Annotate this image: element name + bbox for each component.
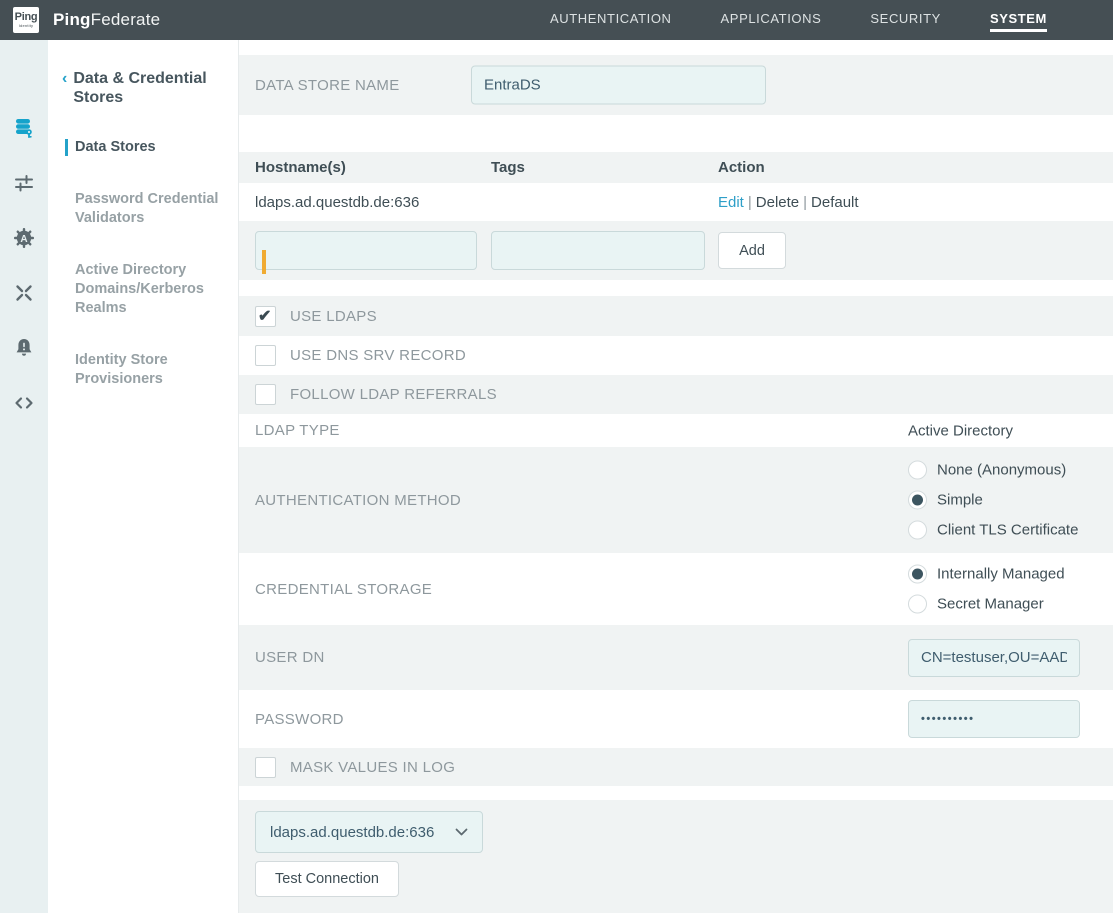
internally-managed-radio[interactable] (908, 565, 927, 584)
column-hostnames: Hostname(s) (255, 159, 491, 176)
hostname-dropdown-value: ldaps.ad.questdb.de:636 (270, 824, 434, 841)
nav-applications[interactable]: APPLICATIONS (721, 8, 822, 32)
password-input[interactable] (908, 700, 1080, 738)
use-ldaps-checkbox[interactable] (255, 306, 276, 327)
data-credential-stores-icon[interactable] (0, 100, 48, 155)
ping-identity-logo[interactable]: Ping Identity (13, 7, 39, 33)
delete-link[interactable]: Delete (756, 194, 799, 211)
alert-bell-icon[interactable] (0, 320, 48, 375)
none-anonymous-radio[interactable] (908, 461, 927, 480)
use-dns-srv-record-row: USE DNS SRV RECORD (239, 336, 1113, 375)
radio-option-none-anonymous[interactable]: None (Anonymous) (908, 461, 1078, 480)
hostnames-table-header: Hostname(s) Tags Action (239, 152, 1113, 183)
nav-system[interactable]: SYSTEM (990, 8, 1047, 32)
client-tls-certificate-label: Client TLS Certificate (937, 522, 1078, 539)
tune-settings-icon[interactable] (0, 155, 48, 210)
credential-storage-label: CREDENTIAL STORAGE (255, 581, 432, 598)
sidebar-item-password-credential-validators[interactable]: Password Credential Validators (75, 190, 224, 228)
user-dn-input[interactable] (908, 639, 1080, 677)
sidebar-item-data-stores[interactable]: Data Stores (75, 138, 224, 157)
edit-link[interactable]: Edit (718, 194, 744, 211)
sidebar-item-identity-store-provisioners[interactable]: Identity Store Provisioners (75, 351, 224, 389)
sidebar: ‹ Data & Credential Stores Data Stores P… (48, 40, 238, 913)
use-ldaps-label: USE LDAPS (290, 308, 377, 325)
add-button[interactable]: Add (718, 232, 786, 269)
gear-a-icon[interactable]: A (0, 210, 48, 265)
sidebar-item-ad-domains-kerberos-realms[interactable]: Active Directory Domains/Kerberos Realms (75, 261, 224, 318)
use-dns-srv-record-label: USE DNS SRV RECORD (290, 347, 466, 364)
new-tags-input[interactable] (491, 231, 705, 270)
test-connection-button[interactable]: Test Connection (255, 861, 399, 897)
use-dns-srv-record-checkbox[interactable] (255, 345, 276, 366)
back-chevron-icon[interactable]: ‹ (62, 69, 67, 107)
ldap-type-label: LDAP TYPE (255, 422, 340, 439)
hostname-dropdown[interactable]: ldaps.ad.questdb.de:636 (255, 811, 483, 853)
icon-rail: A (0, 40, 48, 913)
topbar: Ping Identity PingFederate AUTHENTICATIO… (0, 0, 1113, 40)
new-hostname-input[interactable] (255, 231, 477, 270)
add-hostname-row: Add (239, 221, 1113, 280)
mask-values-in-log-label: MASK VALUES IN LOG (290, 759, 455, 776)
column-tags: Tags (491, 159, 718, 176)
code-brackets-icon[interactable] (0, 375, 48, 430)
authentication-method-row: AUTHENTICATION METHOD None (Anonymous) S… (239, 447, 1113, 553)
text-cursor (262, 250, 266, 274)
simple-radio[interactable] (908, 491, 927, 510)
app-title-bold: Ping (53, 10, 91, 29)
password-row: PASSWORD (239, 690, 1113, 748)
nav-security[interactable]: SECURITY (870, 8, 941, 32)
primary-nav: AUTHENTICATION APPLICATIONS SECURITY SYS… (550, 0, 1113, 40)
ldap-type-value: Active Directory (908, 422, 1013, 439)
internally-managed-label: Internally Managed (937, 566, 1065, 583)
main-content: DATA STORE NAME Hostname(s) Tags Action … (238, 40, 1113, 913)
radio-option-internally-managed[interactable]: Internally Managed (908, 565, 1065, 584)
client-tls-certificate-radio[interactable] (908, 521, 927, 540)
app-title: PingFederate (53, 10, 160, 30)
chevron-down-icon (455, 828, 468, 836)
app-title-light: Federate (91, 10, 161, 29)
hostname-table-row: ldaps.ad.questdb.de:636 Edit|Delete|Defa… (239, 183, 1113, 221)
nav-authentication[interactable]: AUTHENTICATION (550, 8, 672, 32)
password-label: PASSWORD (255, 711, 344, 728)
action-separator: | (799, 194, 811, 211)
none-anonymous-label: None (Anonymous) (937, 462, 1066, 479)
user-dn-label: USER DN (255, 649, 325, 666)
cluster-icon[interactable] (0, 265, 48, 320)
radio-option-secret-manager[interactable]: Secret Manager (908, 595, 1065, 614)
action-separator: | (744, 194, 756, 211)
user-dn-row: USER DN (239, 625, 1113, 690)
secret-manager-radio[interactable] (908, 595, 927, 614)
data-store-name-input[interactable] (471, 66, 766, 105)
default-link[interactable]: Default (811, 194, 859, 211)
ldap-type-row: LDAP TYPE Active Directory (239, 414, 1113, 447)
mask-values-in-log-checkbox[interactable] (255, 757, 276, 778)
credential-storage-options: Internally Managed Secret Manager (908, 565, 1065, 614)
sidebar-header: ‹ Data & Credential Stores (48, 69, 238, 107)
svg-text:A: A (20, 233, 27, 244)
logo-text: Ping (15, 12, 38, 23)
use-ldaps-row: USE LDAPS (239, 296, 1113, 336)
radio-option-client-tls-certificate[interactable]: Client TLS Certificate (908, 521, 1078, 540)
hostname-cell: ldaps.ad.questdb.de:636 (255, 194, 491, 211)
secret-manager-label: Secret Manager (937, 596, 1044, 613)
logo-subtext: Identity (19, 23, 34, 28)
test-connection-section: ldaps.ad.questdb.de:636 Test Connection (239, 800, 1113, 913)
column-action: Action (718, 159, 1097, 176)
data-store-name-row: DATA STORE NAME (239, 55, 1113, 115)
follow-ldap-referrals-checkbox[interactable] (255, 384, 276, 405)
authentication-method-options: None (Anonymous) Simple Client TLS Certi… (908, 461, 1078, 540)
credential-storage-row: CREDENTIAL STORAGE Internally Managed Se… (239, 553, 1113, 625)
simple-label: Simple (937, 492, 983, 509)
data-store-name-label: DATA STORE NAME (255, 77, 400, 94)
follow-ldap-referrals-label: FOLLOW LDAP REFERRALS (290, 386, 497, 403)
follow-ldap-referrals-row: FOLLOW LDAP REFERRALS (239, 375, 1113, 414)
mask-values-in-log-row: MASK VALUES IN LOG (239, 748, 1113, 786)
authentication-method-label: AUTHENTICATION METHOD (255, 492, 461, 509)
action-cell: Edit|Delete|Default (718, 194, 1097, 211)
radio-option-simple[interactable]: Simple (908, 491, 1078, 510)
sidebar-title: Data & Credential Stores (73, 69, 209, 107)
